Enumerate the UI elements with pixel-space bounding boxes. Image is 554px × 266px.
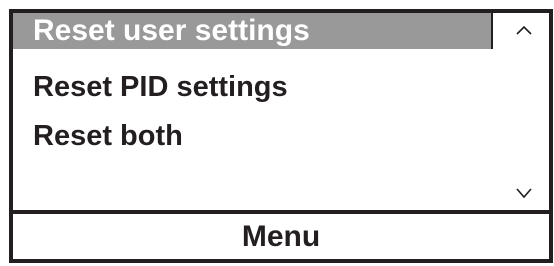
menu-list: Reset user settings Reset PID settings R… xyxy=(13,13,549,210)
menu-item-reset-both[interactable]: Reset both xyxy=(13,118,183,154)
chevron-up-icon[interactable] xyxy=(512,19,536,43)
menu-softkey-label[interactable]: Menu xyxy=(13,214,549,259)
menu-item-reset-pid-settings[interactable]: Reset PID settings xyxy=(13,69,288,105)
chevron-down-icon[interactable] xyxy=(512,181,536,205)
menu-item-reset-user-settings[interactable]: Reset user settings xyxy=(13,13,493,49)
lcd-screen: Reset user settings Reset PID settings R… xyxy=(9,9,553,263)
